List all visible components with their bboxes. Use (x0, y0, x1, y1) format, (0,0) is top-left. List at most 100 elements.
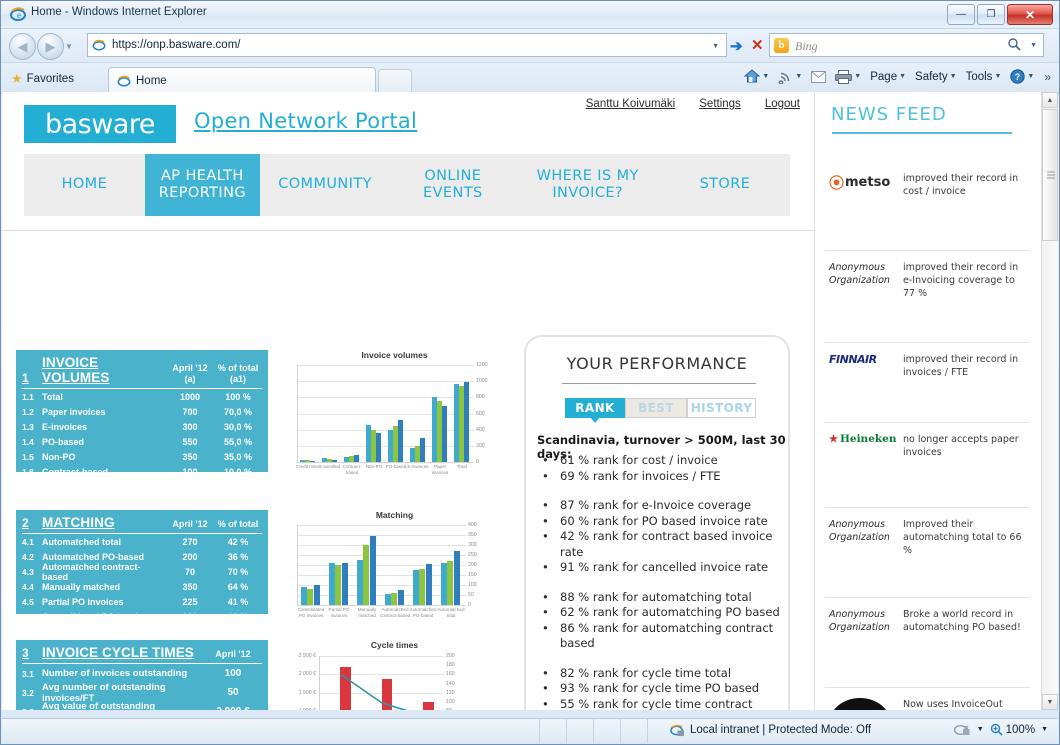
news-item-logo: Anonymous Organization (825, 608, 903, 634)
help-dropdown-icon[interactable]: ▼ (1027, 73, 1034, 80)
search-dropdown-icon[interactable]: ▼ (1030, 42, 1037, 49)
tab-history[interactable]: HISTORY (687, 398, 756, 418)
print-button[interactable]: ▼ (832, 68, 864, 86)
stop-button[interactable]: ✕ (751, 36, 764, 54)
bullet-icon: • (542, 513, 549, 528)
chart-bar (335, 565, 342, 605)
anonymous-organization-label: Anonymous Organization (829, 609, 890, 633)
zoom-level[interactable]: 100% (990, 723, 1035, 736)
nav-item-where-is-my-invoice[interactable]: WHERE IS MY INVOICE? (516, 154, 660, 216)
privacy-icon[interactable] (953, 722, 971, 737)
overflow-icon[interactable]: » (1044, 70, 1051, 84)
recent-pages-dropdown-icon[interactable]: ▼ (65, 42, 73, 51)
chart-bar (363, 545, 370, 605)
maximize-button[interactable]: ❐ (977, 4, 1005, 25)
page-viewport: basware Open Network Portal Santtu Koivu… (2, 92, 1058, 710)
performance-tabs: RANK BEST HISTORY (565, 398, 756, 423)
star-icon: ★ (829, 433, 838, 445)
performance-rank-item: • 88 % rank for automatching total (542, 590, 790, 606)
page-menu[interactable]: Page ▼ (867, 69, 909, 85)
performance-rank-item: • 87 % rank for e-Invoice coverage (542, 498, 790, 514)
help-button[interactable]: ? ▼ (1007, 67, 1037, 86)
favorites-button[interactable]: ★ Favorites (11, 68, 74, 89)
news-feed-item[interactable]: ⦿ metso improved their record in cost / in… (825, 162, 1030, 242)
tab-home[interactable]: Home (108, 67, 376, 93)
news-feed-item[interactable]: FINNAIR improved their record in invoices… (825, 342, 1030, 414)
nav-item-store[interactable]: STORE (660, 154, 790, 216)
chart-bar (349, 456, 354, 462)
chart-y-tick: 100 (468, 582, 477, 588)
url-input[interactable]: https://onp.basware.com/ ▼ (87, 33, 727, 57)
chart-y-tick: 300 (468, 542, 477, 548)
performance-rank-item: • 91 % rank for cancelled invoice rate (542, 560, 790, 576)
safety-menu[interactable]: Safety ▼ (912, 69, 960, 85)
scroll-up-button[interactable]: ▲ (1042, 92, 1058, 108)
back-button[interactable]: ◀ (9, 33, 36, 60)
close-button[interactable]: ✕ (1007, 4, 1053, 25)
table-col-header-percent: % of total (217, 518, 259, 529)
home-dropdown-icon[interactable]: ▼ (762, 73, 769, 80)
chart-bar (412, 570, 419, 605)
zoom-icon (990, 723, 1003, 736)
news-feed-item[interactable]: ★ Heineken no longer accepts paper invoice… (825, 422, 1030, 499)
chart-gridline (298, 555, 466, 556)
table-row: 1.1 Total 1000 100 % (22, 391, 251, 402)
scrollbar-thumb[interactable] (1042, 109, 1058, 241)
news-item-text: no longer accepts paper invoices (903, 434, 1019, 458)
scroll-down-button[interactable]: ▼ (1042, 694, 1058, 710)
url-dropdown-icon[interactable]: ▼ (712, 43, 719, 50)
tab-best[interactable]: BEST (625, 398, 687, 418)
nav-item-community[interactable]: COMMUNITY (260, 154, 390, 216)
table-number: 1 (22, 371, 29, 385)
news-feed-item[interactable]: Anonymous Organization Improved their auto… (825, 507, 1030, 589)
go-button[interactable]: ➔ (730, 37, 743, 55)
bullet-icon: • (542, 696, 549, 711)
news-feed-item[interactable]: Anonymous Organization improved their reco… (825, 250, 1030, 334)
zoom-dropdown-icon[interactable]: ▼ (1041, 726, 1048, 733)
nav-item-home[interactable]: HOME (24, 154, 145, 216)
basware-logo[interactable]: basware (24, 105, 176, 143)
table-invoice-volumes: 1 INVOICE VOLUMES April '12 (a) % of tot… (16, 350, 268, 507)
feeds-dropdown-icon[interactable]: ▼ (795, 73, 802, 80)
print-dropdown-icon[interactable]: ▼ (854, 73, 861, 80)
site-title[interactable]: Open Network Portal (194, 109, 417, 133)
news-feed-item[interactable]: Paramount Now uses InvoiceOut Validation … (825, 687, 1030, 710)
privacy-dropdown-icon[interactable]: ▼ (977, 726, 984, 733)
chart-y-tick: 250 (468, 552, 477, 558)
chart-bar (332, 459, 337, 462)
forward-button[interactable]: ▶ (37, 33, 64, 60)
search-input[interactable]: b Bing ▼ (769, 33, 1044, 57)
main-navigation: HOME AP HEALTH REPORTING COMMUNITY ONLIN… (24, 154, 790, 216)
read-mail-button[interactable] (808, 69, 829, 85)
search-icon[interactable] (1007, 37, 1021, 54)
settings-link[interactable]: Settings (699, 98, 741, 110)
page-scrollbar[interactable]: ▲ ▼ (1041, 92, 1058, 710)
chart-bar (440, 563, 447, 605)
user-name-link[interactable]: Santtu Koivumäki (586, 98, 676, 110)
star-icon: ★ (11, 70, 23, 86)
feeds-button[interactable]: ▼ (775, 67, 805, 86)
news-item-logo: Anonymous Organization (825, 261, 903, 287)
table-col-header-period: April '12 (215, 648, 251, 659)
chart-y-tick: 200 (468, 562, 477, 568)
bullet-icon: • (542, 620, 549, 635)
chart-bar (393, 425, 398, 462)
performance-rank-item: • 62 % rank for automatching PO based (542, 605, 790, 621)
heineken-logo-icon: ★ Heineken (829, 433, 897, 445)
chart-title: Cycle times (370, 640, 419, 650)
chart-gridline (298, 413, 474, 415)
performance-rank-item: • 42 % rank for contract based invoice ra… (542, 529, 790, 560)
nav-item-ap-health-reporting[interactable]: AP HEALTH REPORTING (144, 154, 260, 216)
home-button[interactable]: ▼ (741, 67, 772, 86)
tools-menu[interactable]: Tools ▼ (963, 69, 1005, 85)
new-tab-button[interactable] (378, 69, 412, 94)
nav-item-online-events[interactable]: ONLINE EVENTS (390, 154, 515, 216)
tab-rank[interactable]: RANK (565, 398, 625, 423)
performance-rank-text: 82 % rank for cycle time total (560, 665, 732, 680)
chart-x-tick: Automatched total (437, 607, 465, 618)
minimize-button[interactable]: — (947, 4, 975, 25)
security-zone[interactable]: Local intranet | Protected Mode: Off (670, 723, 871, 737)
news-feed-item[interactable]: Anonymous Organization Broke a world recor… (825, 597, 1030, 679)
chart-y-tick-right: 120 (446, 689, 455, 696)
logout-link[interactable]: Logout (765, 98, 800, 110)
